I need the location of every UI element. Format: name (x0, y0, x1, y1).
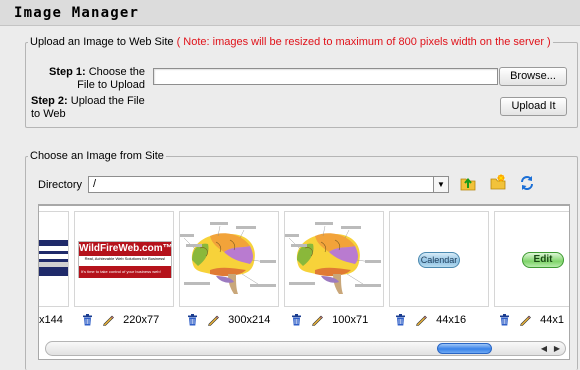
new-folder-icon[interactable] (489, 173, 507, 191)
image-size: x144 (39, 314, 63, 327)
edit-button-image: Edit (522, 252, 564, 268)
step1-label: Step 1: Choose the File to Upload (40, 66, 145, 92)
image-thumbnail[interactable] (39, 211, 69, 307)
pencil-icon[interactable] (102, 314, 114, 326)
step1-text: Choose the File to Upload (77, 66, 145, 91)
brain-diagram-image (285, 222, 381, 294)
upload-button[interactable]: Upload It (500, 97, 567, 116)
scroll-right-icon[interactable]: ▶ (554, 342, 560, 355)
banner-tagline: Real, Achievable Web Solutions for Busin… (84, 256, 166, 261)
trash-icon[interactable] (187, 314, 198, 326)
image-thumbnail[interactable] (179, 211, 279, 307)
thumb-caption: 44x16 (395, 314, 466, 328)
image-size: 300x214 (228, 314, 271, 327)
form-screenshot-image (39, 240, 68, 276)
directory-label: Directory (38, 179, 83, 191)
image-gallery[interactable]: x144 WildFireWeb.com™ Real, Achievable W… (38, 204, 570, 360)
trash-icon[interactable] (82, 314, 93, 326)
choose-legend: Choose an Image from Site (30, 150, 164, 162)
step2-bold: Step 2: (31, 95, 68, 107)
resize-note: ( Note: images will be resized to maximu… (176, 36, 551, 48)
browse-button[interactable]: Browse... (499, 67, 567, 86)
brain-diagram-image (180, 222, 276, 294)
refresh-icon[interactable] (518, 174, 536, 192)
upload-legend-text: Upload an Image to Web Site (30, 36, 174, 48)
folder-up-icon[interactable] (459, 174, 477, 192)
upload-legend: Upload an Image to Web Site ( Note: imag… (28, 36, 553, 48)
banner-image: WildFireWeb.com™ Real, Achievable Web So… (78, 241, 173, 278)
scroll-left-icon[interactable]: ◀ (541, 342, 547, 355)
thumb-caption: 100x71 (291, 314, 368, 328)
banner-footer: It's time to take control of your busine… (79, 266, 171, 278)
pencil-icon[interactable] (311, 314, 323, 326)
scrollbar-thumb[interactable] (437, 343, 492, 354)
trash-icon[interactable] (291, 314, 302, 326)
pencil-icon[interactable] (519, 314, 531, 326)
directory-value: / (93, 178, 97, 190)
horizontal-scrollbar[interactable]: ◀ ▶ (45, 341, 566, 356)
pencil-icon[interactable] (207, 314, 219, 326)
pencil-icon[interactable] (415, 314, 427, 326)
directory-select[interactable]: / ▼ (88, 176, 449, 193)
step1-bold: Step 1: (48, 66, 86, 78)
image-thumbnail[interactable]: Edit (494, 211, 569, 307)
step2-label: Step 2: Upload the File to Web (31, 95, 151, 121)
image-size: 44x16 (436, 314, 467, 327)
image-size: 44x1 (540, 314, 564, 327)
calendar-button-image: Calendar (418, 252, 460, 268)
title-bar: Image Manager (0, 0, 580, 26)
thumb-caption: 220x77 (82, 314, 159, 328)
trash-icon[interactable] (499, 314, 510, 326)
file-path-input[interactable] (153, 68, 498, 85)
image-thumbnail[interactable]: WildFireWeb.com™ Real, Achievable Web So… (74, 211, 174, 307)
banner-title: WildFireWeb.com™ (79, 242, 173, 256)
thumb-caption: 44x1 (499, 314, 564, 328)
image-size: 100x71 (332, 314, 369, 327)
image-size: 220x77 (123, 314, 160, 327)
thumb-caption: 300x214 (187, 314, 270, 328)
image-thumbnail[interactable]: Calendar (389, 211, 489, 307)
thumb-caption: x144 (39, 314, 63, 328)
window-title: Image Manager (14, 5, 140, 21)
image-thumbnail[interactable] (284, 211, 384, 307)
chevron-down-icon[interactable]: ▼ (433, 177, 448, 192)
trash-icon[interactable] (395, 314, 406, 326)
